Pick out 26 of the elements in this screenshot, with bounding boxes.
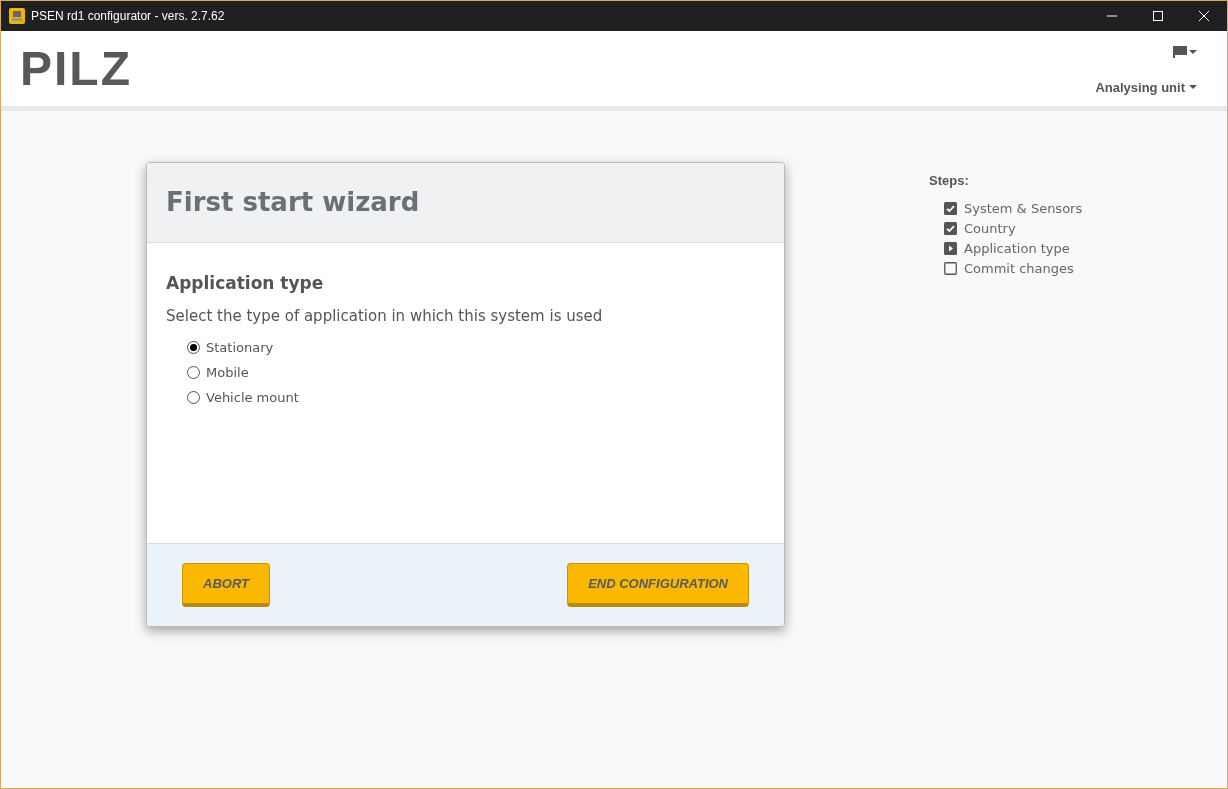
step-label: Country — [964, 219, 1016, 238]
logo: PILZ — [20, 45, 132, 93]
flag-icon — [1173, 45, 1187, 59]
radio-button[interactable] — [187, 366, 200, 379]
window-title: PSEN rd1 configurator - vers. 2.7.62 — [31, 8, 225, 25]
step-label: Application type — [964, 239, 1070, 258]
caret-icon — [1189, 49, 1197, 55]
action-button[interactable]: ABORT — [182, 563, 270, 607]
step-label: System & Sensors — [964, 199, 1083, 218]
radio-option[interactable]: Mobile — [187, 360, 249, 385]
radio-option[interactable]: Stationary — [187, 335, 274, 360]
caret-icon — [1189, 85, 1197, 91]
radio-option[interactable]: Vehicle mount — [187, 385, 299, 410]
radio-button[interactable] — [187, 391, 200, 404]
close-icon — [1199, 11, 1209, 21]
language-flag-dropdown[interactable] — [1173, 43, 1197, 61]
radio-button[interactable] — [187, 341, 200, 354]
section-heading: Application type — [166, 272, 325, 295]
maximize-icon — [1153, 11, 1163, 21]
step-label: Commit changes — [964, 259, 1074, 278]
section-description: Select the type of application in which this system is used — [166, 305, 604, 327]
app-icon — [9, 8, 25, 24]
action-button[interactable]: END CONFIGURATION — [567, 563, 749, 607]
analysing-unit-dropdown[interactable]: Analysing unit — [1095, 78, 1197, 98]
dialog-title: First start wizard — [166, 186, 420, 219]
steps-title: Steps: — [929, 172, 970, 190]
